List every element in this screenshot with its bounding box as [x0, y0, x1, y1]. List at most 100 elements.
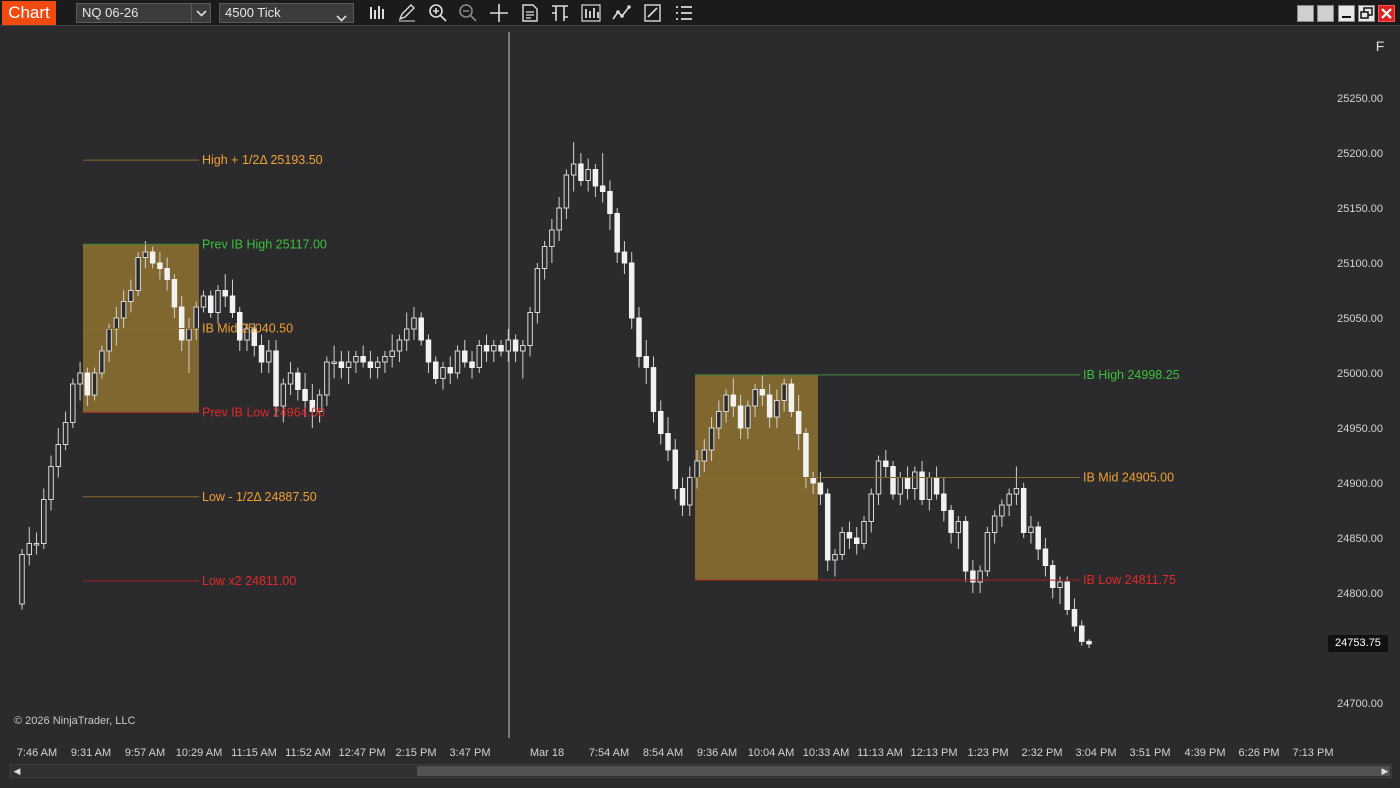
- toolbar: Chart NQ 06-26 4500 Tick: [0, 0, 1400, 26]
- close-button[interactable]: [1378, 5, 1395, 22]
- strategies-button[interactable]: [611, 3, 633, 23]
- candle-up-body: [752, 389, 758, 407]
- menu-list-button[interactable]: [673, 3, 695, 23]
- candle-up-body: [955, 521, 962, 533]
- interval-dropdown-arrow[interactable]: [336, 9, 347, 27]
- candle-down-body: [657, 411, 664, 434]
- price-axis-label: 24900.00: [1337, 478, 1383, 490]
- candle-down-body: [607, 191, 613, 214]
- time-axis-label: 9:31 AM: [71, 747, 111, 759]
- minimize-icon: [1342, 16, 1351, 18]
- zoom-in-button[interactable]: [427, 3, 449, 23]
- candle-up-body: [62, 422, 69, 445]
- candle-up-body: [331, 361, 337, 364]
- chart-style-icon: [552, 5, 568, 21]
- candle-up-body: [701, 449, 708, 462]
- candle-up-body: [353, 356, 359, 363]
- scroll-left-icon[interactable]: ◀: [12, 766, 22, 776]
- properties-button[interactable]: [642, 3, 664, 23]
- candle-up-body: [868, 493, 874, 522]
- indicators-button[interactable]: [580, 3, 602, 23]
- candle-down-body: [817, 482, 824, 495]
- candle-down-body: [512, 339, 519, 352]
- properties-icon: [644, 4, 661, 22]
- interval-selector[interactable]: 4500 Tick: [219, 3, 354, 23]
- candle-up-body: [186, 328, 192, 341]
- minimize-button[interactable]: [1338, 5, 1355, 22]
- scrollbar-thumb[interactable]: [417, 766, 1390, 776]
- candle-up-body: [520, 345, 526, 352]
- candle-down-body: [462, 350, 468, 363]
- candle-down-body: [1020, 488, 1027, 533]
- drawing-tool-button[interactable]: [396, 3, 418, 23]
- candle-up-body: [694, 460, 700, 478]
- candle-down-body: [962, 521, 969, 572]
- candle-up-body: [396, 339, 403, 352]
- chart-tab[interactable]: Chart: [2, 1, 56, 25]
- data-box-button[interactable]: [519, 3, 541, 23]
- candle: [890, 461, 896, 500]
- candle-down-body: [338, 361, 345, 368]
- current-price-tag: 24753.75: [1328, 635, 1388, 652]
- price-axis-label: 24700.00: [1337, 698, 1383, 710]
- candle-down-body: [853, 537, 860, 544]
- crosshair-button[interactable]: [488, 3, 510, 23]
- scroll-right-icon[interactable]: ▶: [1380, 766, 1390, 776]
- candle-up-body: [861, 521, 867, 544]
- candle-down-body: [933, 477, 940, 495]
- candle-down-body: [157, 262, 163, 269]
- window-option-button-2[interactable]: [1317, 5, 1334, 22]
- instrument-dropdown-button[interactable]: [191, 3, 211, 23]
- level-label: Low x2 24811.00: [202, 574, 296, 588]
- candle-up-body: [200, 295, 207, 308]
- candle-down-body: [258, 345, 265, 363]
- candle-down-body: [302, 389, 308, 401]
- level-label: Prev IB High 25117.00: [202, 237, 327, 251]
- price-axis-label: 25100.00: [1337, 258, 1383, 270]
- instrument-selector[interactable]: NQ 06-26: [76, 3, 192, 23]
- candle-down-body: [432, 361, 439, 379]
- copyright-text: © 2026 NinjaTrader, LLC: [14, 715, 136, 727]
- time-axis-label: 1:23 PM: [968, 747, 1009, 759]
- candle-down-body: [643, 356, 649, 368]
- time-axis-label: 3:51 PM: [1130, 747, 1171, 759]
- candle-up-body: [403, 328, 410, 341]
- restore-button[interactable]: [1358, 5, 1375, 22]
- candle-up-body: [1013, 488, 1020, 495]
- candle-up-body: [839, 532, 845, 555]
- price-axis-label: 25000.00: [1337, 368, 1383, 380]
- candle-down-body: [447, 367, 454, 374]
- time-axis-label: 11:13 AM: [857, 747, 903, 759]
- candle-down-body: [919, 471, 925, 500]
- restore-icon: [1360, 7, 1373, 19]
- time-axis-label: 12:47 PM: [338, 747, 385, 759]
- candle-down-body: [273, 350, 279, 407]
- candle-down-body: [1049, 565, 1056, 588]
- price-chart[interactable]: High + 1/2Δ 25193.50 Prev IB High 25117.0…: [0, 27, 1400, 762]
- time-axis-label: 7:54 AM: [589, 747, 629, 759]
- candle-up-body: [266, 350, 272, 363]
- candle: [1020, 483, 1027, 538]
- candle-up-body: [345, 361, 352, 368]
- candle-up-body: [440, 367, 446, 379]
- candle-down-body: [1064, 581, 1070, 610]
- candle-down-body: [650, 367, 657, 412]
- candle-down-body: [483, 345, 490, 352]
- time-axis-label: 10:33 AM: [803, 747, 849, 759]
- time-axis-label: 2:15 PM: [396, 747, 437, 759]
- candle-down-body: [904, 477, 911, 489]
- candle-down-body: [178, 306, 185, 341]
- candle: [788, 378, 795, 417]
- window-option-button[interactable]: [1297, 5, 1314, 22]
- candle-up-body: [70, 383, 76, 423]
- bar-type-button[interactable]: [366, 3, 388, 23]
- time-axis-label: 10:04 AM: [748, 747, 794, 759]
- bar-type-icon: [370, 6, 384, 19]
- candle-up-body: [55, 444, 62, 467]
- data-box-icon: [522, 4, 538, 22]
- horizontal-scrollbar[interactable]: ◀ ▶: [10, 764, 1392, 778]
- candle-up-body: [1028, 526, 1034, 533]
- chart-style-button[interactable]: [549, 3, 571, 23]
- zoom-out-button[interactable]: [457, 3, 479, 23]
- candle-down-body: [890, 466, 896, 495]
